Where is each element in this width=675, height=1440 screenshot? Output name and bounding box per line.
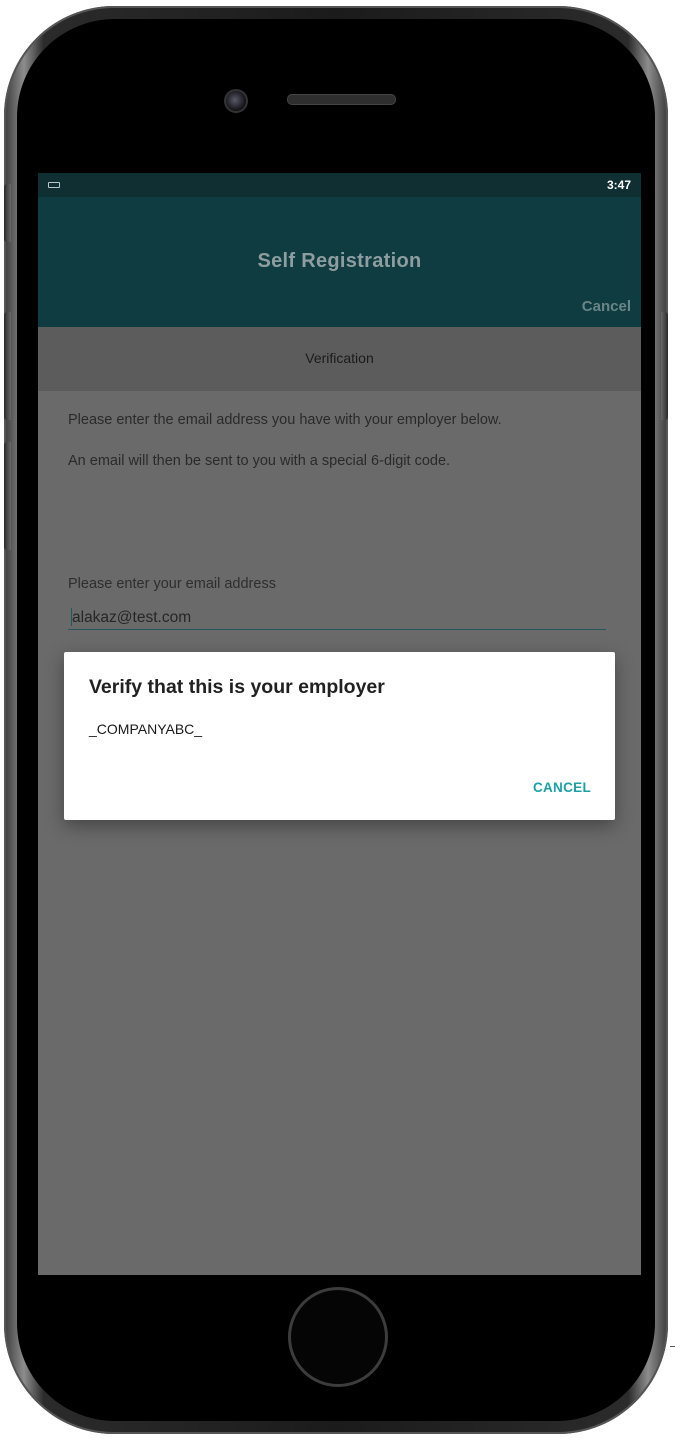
volume-down-button <box>4 442 11 550</box>
employer-verify-dialog: Verify that this is your employer _COMPA… <box>64 652 615 820</box>
instruction-text-1: Please enter the email address you have … <box>68 412 502 428</box>
company-name-option[interactable]: _COMPANYABC_ <box>89 721 202 737</box>
text-caret <box>71 608 72 626</box>
page-title: Self Registration <box>257 250 422 272</box>
dialog-title: Verify that this is your employer <box>89 676 385 698</box>
earpiece-speaker <box>287 94 396 105</box>
home-button[interactable] <box>288 1287 388 1387</box>
status-bar: 3:47 <box>38 173 641 197</box>
email-field[interactable] <box>68 606 606 630</box>
email-field-label: Please enter your email address <box>68 576 276 592</box>
app-screen: 3:47 Self Registration Cancel Verificati… <box>38 173 641 1275</box>
front-camera <box>224 89 248 113</box>
power-button <box>661 312 668 420</box>
cancel-button[interactable]: Cancel <box>582 298 631 315</box>
instruction-text-2: An email will then be sent to you with a… <box>68 453 451 469</box>
keyboard-icon <box>48 182 60 188</box>
volume-up-button <box>4 312 11 420</box>
dialog-cancel-button[interactable]: CANCEL <box>533 780 591 795</box>
section-header: Verification <box>38 327 641 391</box>
status-time: 3:47 <box>606 178 631 192</box>
app-bar: Self Registration Cancel <box>38 197 641 327</box>
section-title: Verification <box>305 350 374 366</box>
edge-mark <box>670 1346 675 1347</box>
mute-switch <box>4 184 11 242</box>
